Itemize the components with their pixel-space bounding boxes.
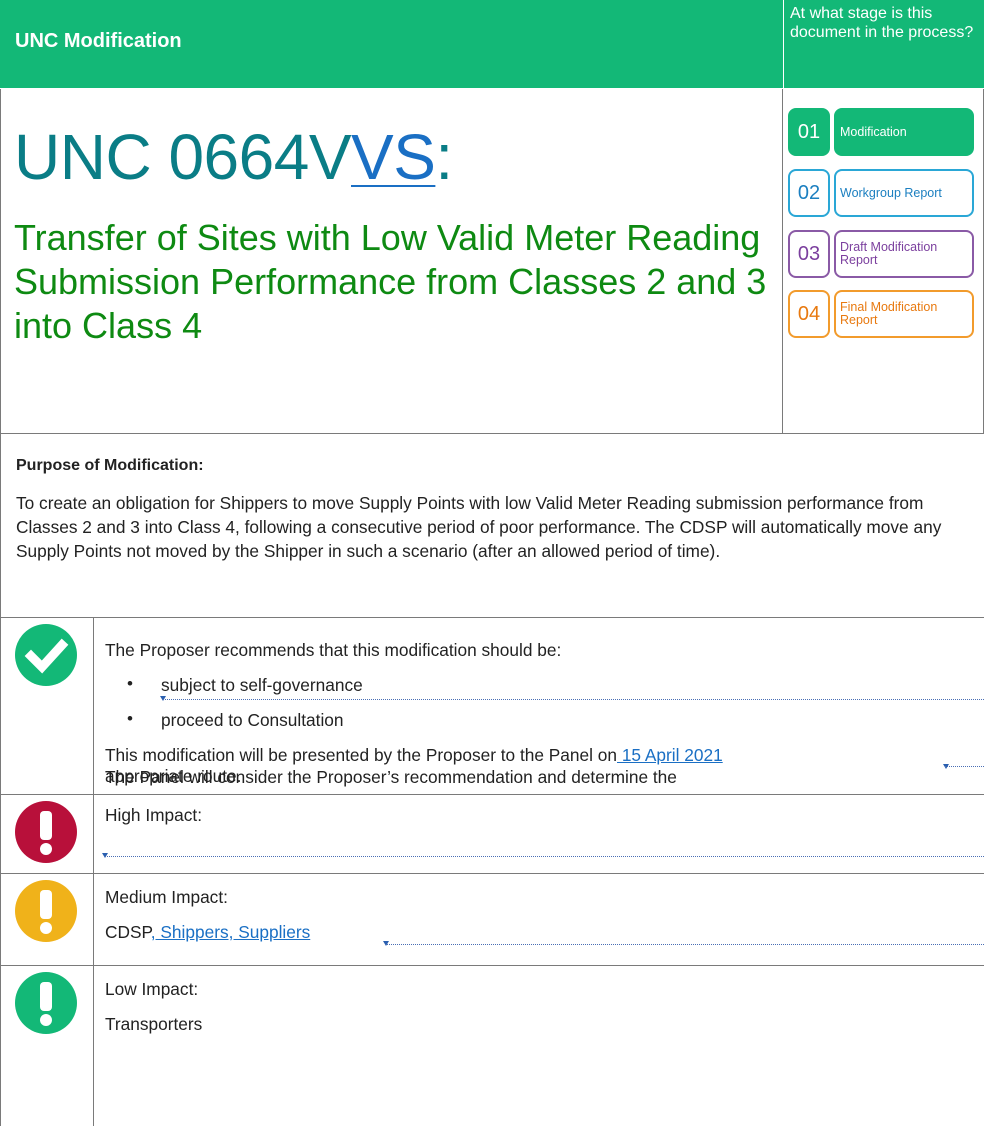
header-banner: UNC Modification — [0, 0, 783, 88]
high-impact-icon-cell — [0, 795, 94, 873]
bullet-marker: • — [127, 674, 133, 693]
exclamation-red-icon — [15, 801, 77, 863]
panel-date-link[interactable]: 15 April 2021 — [617, 745, 723, 765]
exclamation-amber-icon — [15, 880, 77, 942]
medium-impact-link[interactable]: , Shippers, Suppliers — [151, 922, 310, 942]
recommendation-icon-cell — [0, 618, 94, 794]
medium-impact-label: Medium Impact: — [105, 887, 228, 907]
recommendation-bullet: subject to self-governance — [161, 675, 363, 695]
revision-line — [162, 699, 984, 700]
stage-label: Modification — [834, 108, 974, 156]
modification-title: Transfer of Sites with Low Valid Meter R… — [14, 217, 767, 346]
medium-impact-value: CDSP, Shippers, Suppliers — [105, 921, 310, 943]
high-impact-label: High Impact: — [105, 805, 203, 825]
stage-number: 02 — [788, 169, 830, 217]
low-impact-value: Transporters — [105, 1014, 203, 1034]
revision-line — [945, 766, 984, 767]
stage-label: Workgroup Report — [834, 169, 974, 217]
presentation-line: This modification will be presented by t… — [105, 744, 723, 766]
low-impact-row: Low Impact: Transporters — [0, 965, 984, 1126]
recommendation-intro: The Proposer recommends that this modifi… — [105, 640, 562, 660]
exclamation-green-icon — [15, 972, 77, 1034]
low-impact-icon-cell — [0, 966, 94, 1126]
stage-number: 03 — [788, 230, 830, 278]
high-impact-content: High Impact: — [102, 795, 984, 873]
appropriate-route-line: appropriate route. — [105, 766, 242, 786]
revision-line — [105, 856, 984, 857]
modification-number: UNC 0664VVS: — [14, 121, 453, 193]
stage-question: At what stage is this document in the pr… — [790, 5, 974, 41]
purpose-section: Purpose of Modification: To create an ob… — [0, 433, 984, 617]
purpose-heading: Purpose of Modification: — [16, 457, 204, 474]
stage-panel: 01 Modification 02 Workgroup Report 03 D… — [784, 89, 984, 433]
document-header: UNC Modification At what stage is this d… — [0, 0, 984, 89]
stage-question-box: At what stage is this document in the pr… — [784, 0, 984, 88]
medium-impact-content: Medium Impact: CDSP, Shippers, Suppliers — [105, 874, 984, 965]
bullet-marker: • — [127, 709, 133, 728]
low-impact-label: Low Impact: — [105, 979, 199, 999]
stage-label: Final Modification Report — [834, 290, 974, 338]
check-circle-icon — [15, 624, 77, 686]
medium-impact-row: Medium Impact: CDSP, Shippers, Suppliers — [0, 873, 984, 965]
presentation-prefix: This modification will be presented by t… — [105, 745, 618, 765]
high-impact-row: High Impact: — [0, 794, 984, 873]
modification-number-vs[interactable]: VS — [351, 121, 436, 193]
purpose-text: To create an obligation for Shippers to … — [16, 493, 942, 561]
revision-line — [385, 944, 984, 945]
stage-number: 04 — [788, 290, 830, 338]
modification-number-suffix: : — [435, 121, 453, 193]
medium-impact-icon-cell — [0, 874, 94, 965]
stage-label: Draft Modification Report — [834, 230, 974, 278]
recommendation-bullet: proceed to Consultation — [161, 710, 344, 730]
medium-impact-prefix: CDSP — [105, 922, 151, 942]
header-title: UNC Modification — [15, 30, 182, 52]
stage-number: 01 — [788, 108, 830, 156]
title-block: UNC 0664VVS: Transfer of Sites with Low … — [0, 89, 783, 433]
low-impact-content: Low Impact: Transporters — [105, 966, 984, 1126]
modification-number-prefix: UNC 0664V — [14, 121, 352, 193]
